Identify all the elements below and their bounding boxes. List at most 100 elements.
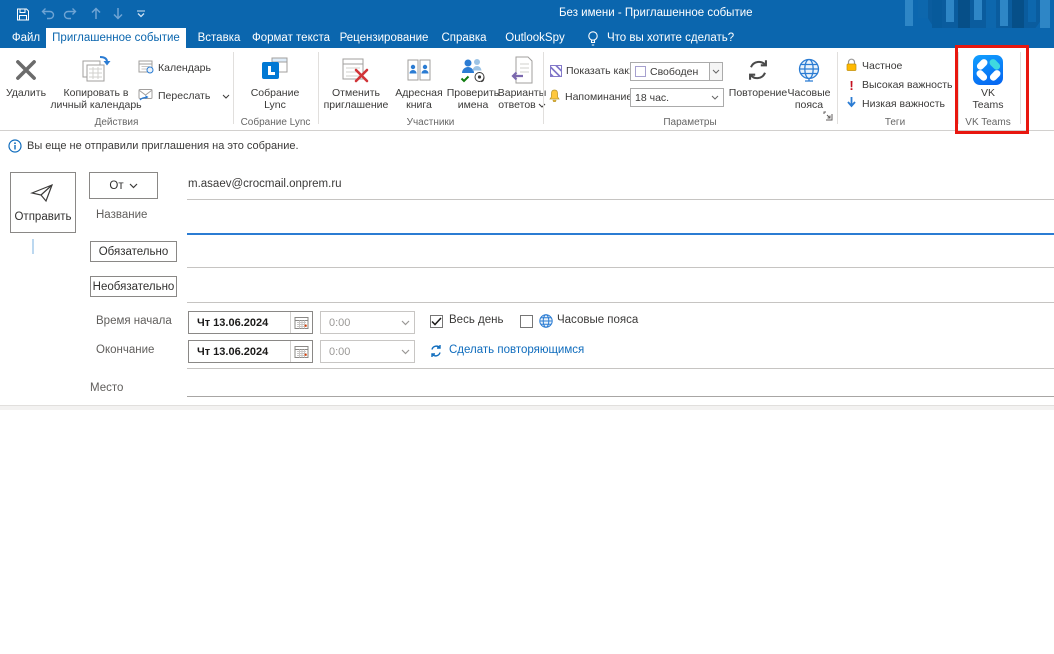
from-underline [187, 199, 1054, 200]
all-day-label: Весь день [449, 314, 504, 326]
chevron-down-icon[interactable] [396, 341, 414, 362]
make-recurring-link[interactable]: Сделать повторяющимся [449, 344, 584, 356]
redo-icon[interactable] [63, 7, 77, 20]
title-focus-underline [187, 233, 1054, 235]
copy-to-personal-calendar-button[interactable]: Копировать в личный календарь [50, 53, 142, 111]
address-book-icon [404, 53, 434, 87]
reminder-label: Напоминание: [565, 91, 636, 103]
tab-outlookspy[interactable]: OutlookSpy [500, 28, 570, 48]
all-day-checkbox[interactable] [430, 315, 443, 328]
required-attendees-input[interactable] [187, 241, 1054, 265]
forward-label: Переслать [158, 90, 211, 102]
copy-label-line2: личный календарь [50, 99, 142, 111]
tab-insert[interactable]: Вставка [192, 28, 246, 48]
response-options-button[interactable]: Варианты ответов [498, 53, 546, 111]
chevron-down-icon [129, 183, 138, 188]
high-importance-button[interactable]: ! Высокая важность [845, 76, 953, 94]
reminder-row: Напоминание: [548, 88, 635, 106]
save-icon[interactable] [16, 7, 30, 22]
group-options: Показать как: Свободен Напоминание: 18 ч… [543, 48, 837, 130]
start-date-field[interactable]: Чт 13.06.2024 [188, 311, 313, 334]
recurrence-icon [744, 53, 772, 87]
show-as-icon [550, 65, 562, 77]
show-as-value: Свободен [650, 65, 699, 78]
high-importance-label: Высокая важность [862, 79, 953, 91]
group-lync: Собрание Lync Собрание Lync [233, 48, 318, 130]
low-importance-button[interactable]: Низкая важность [845, 95, 945, 113]
private-label: Частное [862, 60, 903, 72]
timezones-checkbox[interactable] [520, 315, 533, 328]
start-time-label: Время начала [96, 315, 172, 327]
timezones-label-line1: Часовые [787, 87, 831, 99]
title-input[interactable] [187, 206, 1054, 233]
artwork-bar [1000, 0, 1008, 26]
lync-meeting-button[interactable]: Собрание Lync [243, 53, 307, 111]
lync-icon [260, 53, 290, 87]
chevron-down-icon [712, 69, 720, 74]
check-names-button[interactable]: Проверить имена [446, 53, 500, 111]
send-icon [29, 182, 56, 207]
move-down-icon[interactable] [112, 7, 124, 20]
tab-format-text[interactable]: Формат текста [246, 28, 336, 48]
qat-customize-icon[interactable] [136, 9, 146, 19]
location-input[interactable] [187, 378, 1054, 396]
end-time-field[interactable]: 0:00 [320, 340, 415, 363]
response-options-line2: ответов [498, 99, 546, 111]
date-picker-icon[interactable] [290, 312, 312, 333]
chevron-down-icon[interactable] [396, 312, 414, 333]
artwork-bar [1028, 0, 1036, 22]
delete-button[interactable]: Удалить [3, 53, 49, 99]
check-names-label-line2: имена [457, 99, 489, 111]
cancel-invitation-button[interactable]: Отменить приглашение [320, 53, 392, 111]
move-up-icon[interactable] [90, 7, 102, 20]
location-label: Место [90, 382, 124, 394]
from-button[interactable]: От [89, 172, 158, 199]
send-button[interactable]: Отправить [10, 172, 76, 233]
artwork-bar [1040, 0, 1050, 30]
book-label-line2: книга [406, 99, 432, 111]
artwork-bar [918, 0, 928, 18]
start-time-field[interactable]: 0:00 [320, 311, 415, 334]
tab-file[interactable]: Файл [6, 28, 46, 48]
from-address[interactable]: m.asaev@crocmail.onprem.ru [188, 178, 342, 190]
private-button[interactable]: Частное [845, 57, 902, 75]
forward-icon [138, 88, 154, 104]
show-as-label: Показать как: [566, 65, 632, 77]
reminder-bell-icon [548, 89, 561, 106]
group-label-options: Параметры [663, 117, 717, 128]
cancel-label-line1: Отменить [332, 87, 380, 99]
undo-icon[interactable] [41, 7, 55, 20]
show-as-dropdown-button[interactable] [710, 62, 723, 81]
show-as-select[interactable]: Свободен [630, 62, 710, 81]
infobar-text: Вы еще не отправили приглашения на это с… [27, 140, 299, 152]
reminder-select[interactable]: 18 час. [630, 88, 724, 107]
required-attendees-button[interactable]: Обязательно [90, 241, 177, 262]
forward-button[interactable]: Переслать [138, 87, 230, 105]
optional-underline [187, 302, 1054, 303]
optional-attendees-button[interactable]: Необязательно [90, 276, 177, 297]
response-options-icon [507, 53, 537, 87]
artwork-bar [946, 0, 954, 22]
show-as-row: Показать как: [550, 62, 632, 80]
delete-icon [13, 53, 39, 87]
calendar-button[interactable]: Календарь [138, 59, 211, 77]
start-time-value: 0:00 [329, 316, 351, 329]
start-date-value: Чт 13.06.2024 [197, 316, 269, 329]
optional-attendees-input[interactable] [187, 276, 1054, 300]
tab-invited-event[interactable]: Приглашенное событие [46, 28, 186, 48]
notes-area[interactable] [0, 410, 1054, 654]
left-accent-line [32, 239, 34, 254]
highlight-rectangle [955, 45, 1029, 134]
tell-me-box[interactable]: Что вы хотите сделать? [607, 28, 734, 48]
address-book-button[interactable]: Адресная книга [394, 53, 444, 111]
tab-help[interactable]: Справка [440, 28, 488, 48]
chevron-down-icon [711, 95, 719, 100]
tab-review[interactable]: Рецензирование [338, 28, 430, 48]
lock-icon [845, 58, 858, 75]
end-date-field[interactable]: Чт 13.06.2024 [188, 340, 313, 363]
timezones-button[interactable]: Часовые пояса [786, 53, 832, 111]
response-options-label-line1: Варианты [497, 87, 547, 99]
reminder-value: 18 час. [635, 91, 670, 104]
date-picker-icon[interactable] [290, 341, 312, 362]
recurrence-button[interactable]: Повторение [729, 53, 787, 99]
